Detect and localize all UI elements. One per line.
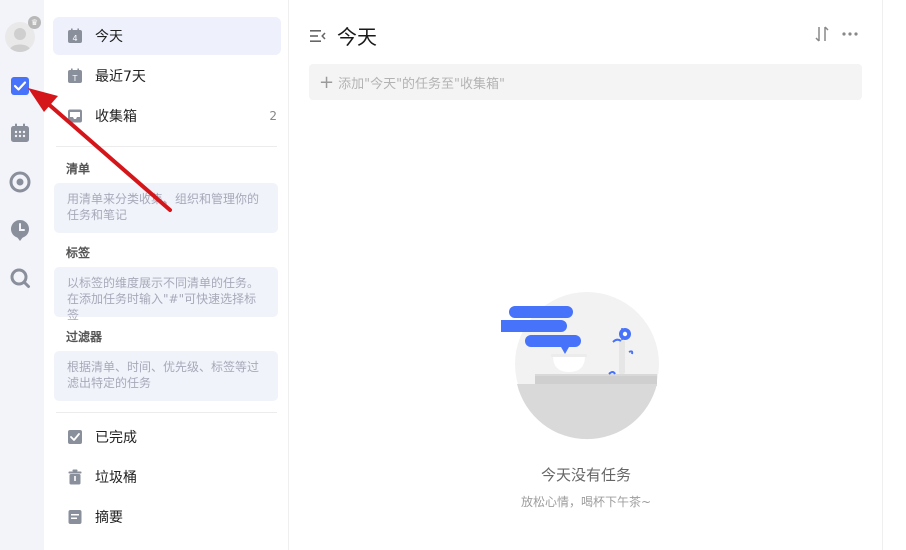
rail-focus[interactable] xyxy=(8,170,32,194)
sidebar-item-trash[interactable]: 垃圾桶 xyxy=(53,458,281,496)
sidebar-item-label: 摘要 xyxy=(95,510,123,526)
premium-crown-icon: ♛ xyxy=(28,16,41,29)
more-options-icon[interactable] xyxy=(842,32,858,36)
summary-document-icon xyxy=(68,510,82,524)
app-window: ♛ 4 今天 T 最近7天 收集箱 2 清单 用清单来分类收集、组织和管理你的任… xyxy=(0,0,906,550)
filters-hint: 根据清单、时间、优先级、标签等过滤出特定的任务 xyxy=(54,351,278,401)
rail-habit[interactable] xyxy=(8,218,32,242)
search-icon xyxy=(10,268,30,288)
rail-tasks[interactable] xyxy=(8,74,32,98)
sidebar-item-completed[interactable]: 已完成 xyxy=(53,418,281,456)
sidebar-item-summary[interactable]: 摘要 xyxy=(53,498,281,536)
rail-search[interactable] xyxy=(8,266,32,290)
svg-text:T: T xyxy=(72,74,78,83)
empty-state-illustration xyxy=(501,292,659,440)
sidebar-item-label: 今天 xyxy=(95,29,123,45)
sidebar-item-label: 最近7天 xyxy=(95,69,146,85)
main-panel: 今天 + 添加"今天"的任务至"收集箱" 今天没有任务 放松心情，喝杯下午茶~ xyxy=(289,0,883,550)
clock-pin-icon xyxy=(10,220,29,241)
sidebar-item-label: 垃圾桶 xyxy=(95,470,137,486)
checkbox-icon xyxy=(11,77,29,95)
completed-check-icon xyxy=(68,430,82,444)
sort-icon[interactable] xyxy=(815,26,829,42)
svg-text:4: 4 xyxy=(72,34,77,43)
calendar-icon xyxy=(11,123,29,142)
sidebar-item-today[interactable]: 4 今天 xyxy=(53,17,281,55)
filters-section-title: 过滤器 xyxy=(66,330,103,344)
week-calendar-icon: T xyxy=(68,68,82,83)
sidebar-item-label: 已完成 xyxy=(95,430,137,446)
trash-icon xyxy=(68,469,82,485)
lists-hint: 用清单来分类收集、组织和管理你的任务和笔记 xyxy=(54,183,278,233)
inbox-count-badge: 2 xyxy=(269,109,277,123)
inbox-icon xyxy=(68,109,82,123)
lists-section-title: 清单 xyxy=(66,162,91,176)
add-task-placeholder: 添加"今天"的任务至"收集箱" xyxy=(338,76,506,92)
tags-section-title: 标签 xyxy=(66,246,91,260)
tags-hint: 以标签的维度展示不同清单的任务。在添加任务时输入"#"可快速选择标签 xyxy=(54,267,278,322)
plus-icon: + xyxy=(319,71,335,93)
sidebar-item-label: 收集箱 xyxy=(95,109,137,125)
nav-rail: ♛ xyxy=(0,0,44,550)
empty-state-subtitle: 放松心情，喝杯下午茶~ xyxy=(520,495,652,509)
empty-state-title: 今天没有任务 xyxy=(540,466,631,484)
page-title: 今天 xyxy=(337,25,377,49)
sidebar-item-next7[interactable]: T 最近7天 xyxy=(53,57,281,95)
rail-calendar[interactable] xyxy=(8,121,32,145)
add-task-input[interactable]: + 添加"今天"的任务至"收集箱" xyxy=(309,64,862,100)
sidebar-toggle-icon[interactable] xyxy=(309,28,327,44)
right-panel-edge xyxy=(882,0,906,550)
target-icon xyxy=(9,171,31,193)
sidebar-divider xyxy=(56,412,277,413)
sidebar: 4 今天 T 最近7天 收集箱 2 清单 用清单来分类收集、组织和管理你的任务和… xyxy=(44,0,289,550)
sidebar-divider xyxy=(56,146,277,147)
sidebar-item-inbox[interactable]: 收集箱 2 xyxy=(53,97,281,135)
today-calendar-icon: 4 xyxy=(68,28,82,43)
